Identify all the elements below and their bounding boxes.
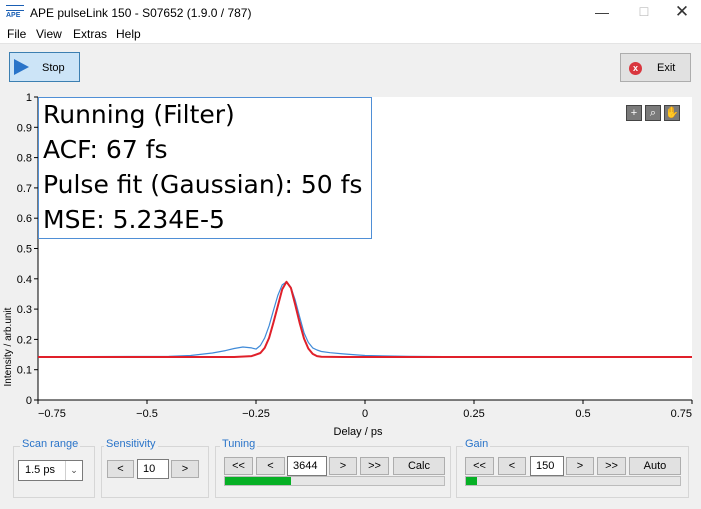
x-tick-label: 0.75 [671,408,692,420]
gain-fast-back-button[interactable]: << [465,457,494,475]
tuning-label: Tuning [220,438,258,450]
sensitivity-label: Sensitivity [104,438,158,450]
zoom-icon[interactable]: ⌕ [645,105,661,121]
y-tick-label: 1 [26,92,32,104]
tuning-fast-forward-button[interactable]: >> [360,457,389,475]
gain-progress-fill [466,477,477,485]
x-tick-label: −0.25 [242,408,270,420]
tuning-forward-button[interactable]: > [329,457,357,475]
y-tick-label: 0.5 [17,244,32,256]
y-tick-label: 0 [26,395,32,407]
calc-button[interactable]: Calc [393,457,445,475]
tuning-progress-fill [225,477,291,485]
exit-button-label: Exit [657,62,676,74]
tuning-back-button[interactable]: < [256,457,285,475]
tuning-input[interactable]: 3644 [287,456,327,476]
gain-input[interactable]: 150 [530,456,564,476]
exit-button[interactable]: x Exit [620,53,691,82]
scan-range-value: 1.5 ps [25,464,55,476]
scan-range-label: Scan range [20,438,81,450]
gain-label: Gain [463,438,491,450]
x-tick-label: −0.75 [38,408,66,420]
menu-extras[interactable]: Extras [73,27,107,41]
scan-range-select[interactable]: 1.5 ps ⌄ [18,460,83,481]
menu-view[interactable]: View [36,27,62,41]
stop-button-label: Stop [42,62,65,74]
x-axis-label: Delay / ps [334,426,383,438]
zoom-crosshair-icon[interactable]: + [626,105,642,121]
y-tick-label: 0.1 [17,365,32,377]
pan-hand-icon[interactable]: ✋ [664,105,680,121]
pulse-fit-value: Pulse fit (Gaussian): 50 fs [43,170,363,199]
y-tick-label: 0.9 [17,122,32,134]
sensitivity-increase-button[interactable]: > [171,460,199,478]
menu-file[interactable]: File [7,27,26,41]
gain-forward-button[interactable]: > [566,457,594,475]
menu-bar: File View Extras Help [0,26,701,44]
y-tick-label: 0.6 [17,213,32,225]
exit-icon: x [629,62,642,75]
gain-progress-bar [465,476,681,486]
acf-value: ACF: 67 fs [43,135,168,164]
menu-help[interactable]: Help [116,27,141,41]
play-icon [14,59,29,75]
window-title: APE pulseLink 150 - S07652 (1.9.0 / 787) [30,6,252,20]
y-tick-label: 0.7 [17,183,32,195]
y-tick-label: 0.2 [17,334,32,346]
gain-fast-forward-button[interactable]: >> [597,457,626,475]
title-bar: APE APE pulseLink 150 - S07652 (1.9.0 / … [0,0,701,26]
close-window-button[interactable]: ✕ [660,0,701,26]
chevron-down-icon[interactable]: ⌄ [65,461,82,480]
y-tick-label: 0.8 [17,153,32,165]
gain-back-button[interactable]: < [498,457,526,475]
x-tick-label: −0.5 [136,408,158,420]
y-tick-label: 0.3 [17,304,32,316]
x-tick-label: 0 [362,408,368,420]
app-logo-icon: APE [6,5,26,20]
x-tick-label: 0.25 [463,408,484,420]
status-info-box: Running (Filter) ACF: 67 fs Pulse fit (G… [38,97,372,239]
sensitivity-decrease-button[interactable]: < [107,460,134,478]
y-axis-label: Intensity / arb.unit [3,307,14,386]
minimize-button[interactable]: — [580,0,624,26]
y-tick-label: 0.4 [17,274,32,286]
auto-gain-button[interactable]: Auto [629,457,681,475]
x-tick-label: 0.5 [575,408,590,420]
plot-tools: + ⌕ ✋ [626,105,684,121]
tuning-fast-back-button[interactable]: << [224,457,253,475]
app-window: APE APE pulseLink 150 - S07652 (1.9.0 / … [0,0,701,509]
status-line: Running (Filter) [43,100,235,129]
sensitivity-input[interactable]: 10 [137,459,169,479]
tuning-progress-bar [224,476,445,486]
stop-button[interactable]: Stop [9,52,80,82]
mse-value: MSE: 5.234E-5 [43,205,225,234]
